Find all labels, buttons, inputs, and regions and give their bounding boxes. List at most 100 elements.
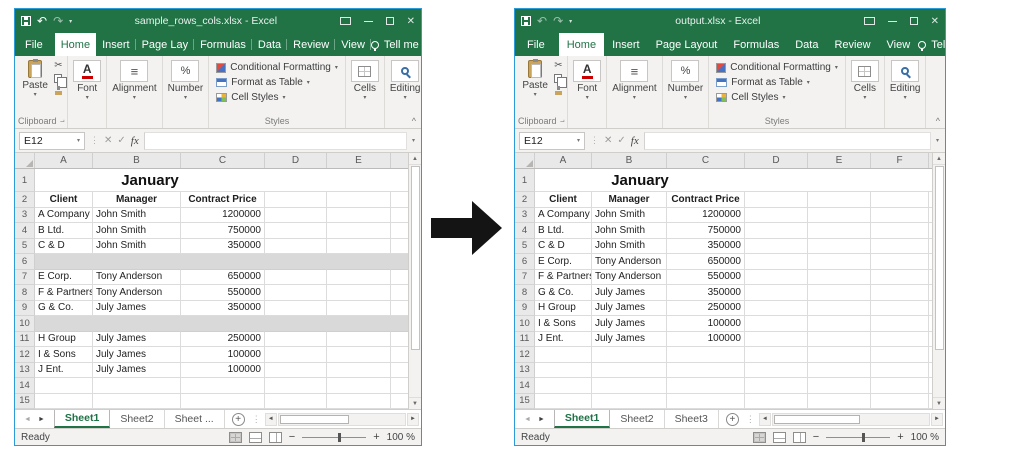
vertical-scrollbar[interactable]: ▲ ▼ bbox=[408, 153, 421, 409]
format-as-table-button[interactable]: Format as Table ▾ bbox=[716, 77, 838, 88]
row-header-10[interactable]: 10 bbox=[515, 316, 535, 332]
row-header-9[interactable]: 9 bbox=[515, 301, 535, 317]
cell-C11[interactable]: 100000 bbox=[667, 332, 745, 348]
cell-E9[interactable] bbox=[327, 301, 391, 317]
row-header-11[interactable]: 11 bbox=[515, 332, 535, 348]
cell-E7[interactable] bbox=[327, 270, 391, 286]
cell-E15[interactable] bbox=[808, 394, 871, 410]
cell-C13[interactable]: 100000 bbox=[181, 363, 265, 379]
expand-formula-bar-icon[interactable]: ▾ bbox=[412, 137, 417, 144]
zoom-slider[interactable] bbox=[826, 437, 890, 438]
next-sheet-icon[interactable]: ► bbox=[38, 416, 45, 423]
cell-A8[interactable]: F & Partners bbox=[35, 285, 93, 301]
cell-D14[interactable] bbox=[745, 378, 808, 394]
close-icon[interactable]: ✕ bbox=[931, 16, 939, 27]
cell-D6[interactable] bbox=[265, 254, 327, 270]
cell-A2[interactable]: Client bbox=[35, 192, 93, 208]
cell-D12[interactable] bbox=[265, 347, 327, 363]
cell-C3[interactable]: 1200000 bbox=[667, 208, 745, 224]
cut-icon[interactable]: ✂ bbox=[54, 61, 62, 71]
cell-D5[interactable] bbox=[745, 239, 808, 255]
cell-E2[interactable] bbox=[808, 192, 871, 208]
editing-button[interactable]: Editing ▾ bbox=[888, 59, 923, 102]
font-button[interactable]: A Font ▾ bbox=[571, 59, 603, 102]
cell-B14[interactable] bbox=[592, 378, 667, 394]
cell-A11[interactable]: H Group bbox=[35, 332, 93, 348]
tab-page-lay[interactable]: Page Lay bbox=[136, 33, 194, 56]
cell-D15[interactable] bbox=[265, 394, 327, 410]
cell-B6[interactable]: Tony Anderson bbox=[592, 254, 667, 270]
cell-C13[interactable] bbox=[667, 363, 745, 379]
row-header-13[interactable]: 13 bbox=[515, 363, 535, 379]
row-header-15[interactable]: 15 bbox=[515, 394, 535, 410]
select-all-corner[interactable] bbox=[15, 153, 35, 168]
undo-icon[interactable]: ↶ bbox=[537, 15, 547, 27]
cell-D14[interactable] bbox=[265, 378, 327, 394]
cell-D2[interactable] bbox=[745, 192, 808, 208]
cell-A5[interactable]: C & D bbox=[535, 239, 592, 255]
cell-F13[interactable] bbox=[871, 363, 929, 379]
cell-F1[interactable] bbox=[871, 169, 929, 192]
cell-F5[interactable] bbox=[871, 239, 929, 255]
cell-E3[interactable] bbox=[327, 208, 391, 224]
cell-C7[interactable]: 650000 bbox=[181, 270, 265, 286]
page-break-view-icon[interactable] bbox=[793, 432, 806, 443]
format-as-table-button[interactable]: Format as Table ▾ bbox=[216, 77, 338, 88]
cell-C12[interactable]: 100000 bbox=[181, 347, 265, 363]
number-button[interactable]: % Number ▾ bbox=[166, 59, 206, 102]
column-header-d[interactable]: D bbox=[265, 153, 327, 168]
new-sheet-icon[interactable]: + bbox=[232, 413, 245, 426]
cell-B4[interactable]: John Smith bbox=[93, 223, 181, 239]
cell-C8[interactable]: 550000 bbox=[181, 285, 265, 301]
sheet-tab-sheet[interactable]: Sheet ... bbox=[165, 410, 225, 428]
row-header-14[interactable]: 14 bbox=[15, 378, 35, 394]
zoom-slider-thumb[interactable] bbox=[338, 433, 341, 442]
undo-icon[interactable]: ↶ bbox=[37, 15, 47, 27]
row-header-6[interactable]: 6 bbox=[15, 254, 35, 270]
tab-home[interactable]: Home bbox=[55, 33, 96, 56]
cells-button[interactable]: Cells ▾ bbox=[349, 59, 381, 102]
zoom-in-icon[interactable]: + bbox=[897, 431, 903, 443]
formula-input[interactable] bbox=[144, 132, 407, 150]
cell-A9[interactable]: H Group bbox=[535, 301, 592, 317]
row-header-7[interactable]: 7 bbox=[515, 270, 535, 286]
cell-B15[interactable] bbox=[93, 394, 181, 410]
cell-C14[interactable] bbox=[667, 378, 745, 394]
row-header-11[interactable]: 11 bbox=[15, 332, 35, 348]
cell-D10[interactable] bbox=[265, 316, 327, 332]
name-box[interactable]: E12 ▾ bbox=[19, 132, 85, 150]
cell-B15[interactable] bbox=[592, 394, 667, 410]
cell-B11[interactable]: July James bbox=[592, 332, 667, 348]
row-header-8[interactable]: 8 bbox=[15, 285, 35, 301]
cell-F6[interactable] bbox=[871, 254, 929, 270]
cell-B3[interactable]: John Smith bbox=[592, 208, 667, 224]
zoom-slider[interactable] bbox=[302, 437, 366, 438]
horizontal-scroll-thumb[interactable] bbox=[774, 415, 860, 424]
row-header-15[interactable]: 15 bbox=[15, 394, 35, 410]
column-header-b[interactable]: B bbox=[93, 153, 181, 168]
horizontal-scrollbar[interactable]: ◄ ► bbox=[759, 412, 943, 426]
prev-sheet-icon[interactable]: ◄ bbox=[524, 416, 531, 423]
maximize-icon[interactable] bbox=[910, 17, 918, 25]
font-button[interactable]: A Font ▾ bbox=[71, 59, 103, 102]
dialog-launcher-icon[interactable]: ⌐ bbox=[560, 117, 565, 126]
cell-E8[interactable] bbox=[808, 285, 871, 301]
column-header-f[interactable]: F bbox=[871, 153, 929, 168]
cancel-icon[interactable]: ✕ bbox=[104, 135, 112, 146]
scroll-up-icon[interactable]: ▲ bbox=[933, 153, 945, 165]
cut-icon[interactable]: ✂ bbox=[554, 61, 562, 71]
cell-A12[interactable]: I & Sons bbox=[35, 347, 93, 363]
format-painter-icon[interactable] bbox=[554, 86, 563, 95]
page-break-view-icon[interactable] bbox=[269, 432, 282, 443]
cell-E14[interactable] bbox=[808, 378, 871, 394]
cell-F15[interactable] bbox=[871, 394, 929, 410]
cell-D8[interactable] bbox=[745, 285, 808, 301]
scroll-down-icon[interactable]: ▼ bbox=[409, 397, 421, 409]
horizontal-scroll-thumb[interactable] bbox=[280, 415, 349, 424]
cell-E4[interactable] bbox=[808, 223, 871, 239]
tell-me-button[interactable]: Tell me bbox=[918, 39, 946, 51]
cell-B2[interactable]: Manager bbox=[592, 192, 667, 208]
cell-D7[interactable] bbox=[745, 270, 808, 286]
cell-merged-title[interactable]: January bbox=[35, 169, 265, 192]
cell-B9[interactable]: July James bbox=[93, 301, 181, 317]
